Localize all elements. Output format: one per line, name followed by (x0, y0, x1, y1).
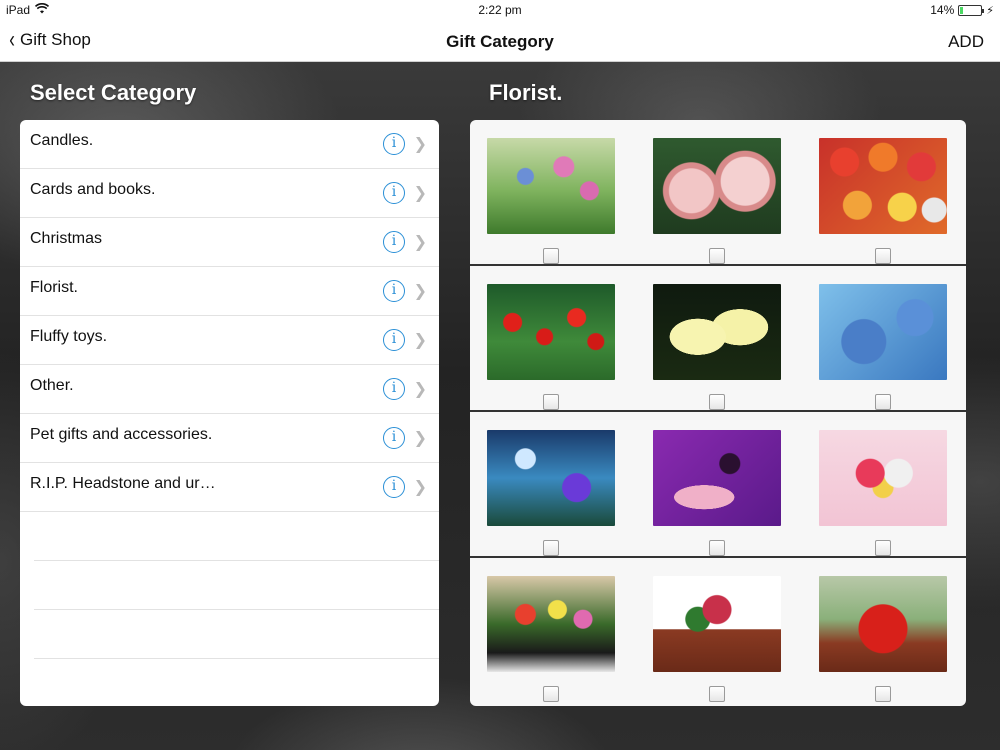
red-rose-casket-photo[interactable] (819, 576, 947, 672)
back-label: Gift Shop (20, 30, 91, 49)
info-icon[interactable]: i (383, 476, 405, 498)
fantasy-flower-photo[interactable] (487, 430, 615, 526)
image-cell (487, 430, 615, 556)
back-button[interactable]: ‹ Gift Shop (8, 26, 91, 53)
image-cell (487, 284, 615, 410)
status-time: 2:22 pm (478, 3, 522, 17)
image-cell (487, 138, 615, 264)
category-list: Candles. i ❯ Cards and books. i ❯ Christmas i ❯ F… (20, 120, 439, 706)
image-grid-row (470, 266, 966, 412)
purple-butterfly-photo[interactable] (653, 430, 781, 526)
florist-heading: Florist. (489, 80, 563, 105)
info-icon[interactable]: i (383, 182, 405, 204)
info-icon[interactable]: i (383, 378, 405, 400)
battery-percent: 14% (930, 3, 955, 17)
category-row[interactable]: Other. i ❯ (20, 365, 439, 414)
select-checkbox[interactable] (709, 540, 725, 556)
select-checkbox[interactable] (709, 394, 725, 410)
empty-list-row (34, 610, 439, 659)
blue-floral-art-photo[interactable] (819, 284, 947, 380)
select-checkbox[interactable] (875, 540, 891, 556)
florist-image-grid (470, 120, 966, 706)
chevron-right-icon: ❯ (413, 381, 427, 398)
category-label: Candles. (30, 132, 94, 149)
empty-list-row (34, 561, 439, 610)
select-checkbox[interactable] (543, 686, 559, 702)
category-row[interactable]: Pet gifts and accessories. i ❯ (20, 414, 439, 463)
image-cell (653, 138, 781, 264)
chevron-right-icon: ❯ (413, 234, 427, 251)
category-label: Other. (30, 377, 74, 394)
category-label: Pet gifts and accessories. (30, 426, 213, 443)
image-cell (819, 284, 947, 410)
charging-bolt-icon: ⚡ (986, 4, 994, 17)
category-row[interactable]: Cards and books. i ❯ (20, 169, 439, 218)
status-bar: iPad 2:22 pm 14% ⚡ (0, 0, 1000, 22)
status-right: 14% ⚡ (930, 3, 994, 17)
chevron-right-icon: ❯ (413, 283, 427, 300)
select-checkbox[interactable] (875, 248, 891, 264)
image-cell (819, 576, 947, 702)
image-grid-row (470, 412, 966, 558)
battery-icon (958, 4, 985, 16)
casket-flowers-photo[interactable] (653, 576, 781, 672)
select-checkbox[interactable] (543, 394, 559, 410)
category-label: Cards and books. (30, 181, 156, 198)
empty-list-row (34, 659, 439, 706)
chevron-right-icon: ❯ (413, 136, 427, 153)
chevron-right-icon: ❯ (413, 185, 427, 202)
image-cell (819, 430, 947, 556)
image-cell (487, 576, 615, 702)
category-row[interactable]: Candles. i ❯ (20, 120, 439, 169)
yellow-lilies-photo[interactable] (653, 284, 781, 380)
chevron-left-icon: ‹ (9, 26, 15, 53)
select-checkbox[interactable] (709, 248, 725, 264)
chevron-right-icon: ❯ (413, 430, 427, 447)
category-row[interactable]: Fluffy toys. i ❯ (20, 316, 439, 365)
select-category-heading: Select Category (30, 80, 197, 105)
flower-meadow-photo[interactable] (487, 138, 615, 234)
pink-dahlia-photo[interactable] (653, 138, 781, 234)
info-icon[interactable]: i (383, 231, 405, 253)
red-poppies-photo[interactable] (487, 284, 615, 380)
info-icon[interactable]: i (383, 427, 405, 449)
info-icon[interactable]: i (383, 329, 405, 351)
select-checkbox[interactable] (875, 686, 891, 702)
category-row[interactable]: Florist. i ❯ (20, 267, 439, 316)
category-label: Florist. (30, 279, 78, 296)
category-label: Christmas (30, 230, 103, 247)
category-label: R.I.P. Headstone and ur… (30, 475, 216, 492)
page-title: Gift Category (446, 32, 554, 51)
image-grid-row (470, 558, 966, 704)
info-icon[interactable]: i (383, 280, 405, 302)
image-cell (819, 138, 947, 264)
add-button[interactable]: ADD (948, 32, 984, 52)
colorful-roses-photo[interactable] (819, 138, 947, 234)
empty-list-row (34, 512, 439, 561)
chevron-right-icon: ❯ (413, 479, 427, 496)
image-grid-row (470, 120, 966, 266)
image-cell (653, 430, 781, 556)
select-checkbox[interactable] (543, 248, 559, 264)
image-cell (653, 284, 781, 410)
heart-bouquet-photo[interactable] (819, 430, 947, 526)
category-label: Fluffy toys. (30, 328, 108, 345)
image-cell (653, 576, 781, 702)
category-row[interactable]: R.I.P. Headstone and ur… i ❯ (20, 463, 439, 512)
category-row[interactable]: Christmas i ❯ (20, 218, 439, 267)
chevron-right-icon: ❯ (413, 332, 427, 349)
select-checkbox[interactable] (543, 540, 559, 556)
info-icon[interactable]: i (383, 133, 405, 155)
navigation-bar: ‹ Gift Shop Gift Category ADD (0, 22, 1000, 62)
select-checkbox[interactable] (875, 394, 891, 410)
select-checkbox[interactable] (709, 686, 725, 702)
casket-spray-photo[interactable] (487, 576, 615, 672)
